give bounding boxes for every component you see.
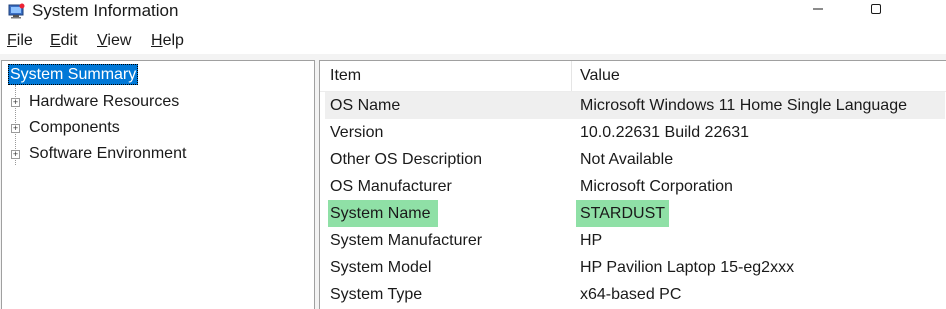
system-information-icon (8, 3, 26, 19)
row-value: HP Pavilion Laptop 15-eg2xxx (580, 259, 795, 276)
row-value: Microsoft Corporation (580, 178, 733, 195)
row-value: x64-based PC (580, 286, 682, 303)
minimize-icon (812, 2, 824, 20)
column-header-value[interactable]: Value (580, 61, 620, 91)
details-list[interactable]: Item Value OS Name Microsoft Windows 11 … (319, 60, 946, 309)
tree-item-label: Components (29, 119, 120, 136)
row-item: OS Name (330, 97, 401, 114)
table-row[interactable]: System Manufacturer HP (325, 227, 945, 254)
table-row[interactable]: System Type x64-based PC (325, 281, 945, 308)
menu-bar: File Edit View Help (0, 26, 946, 54)
maximize-button[interactable] (853, 0, 899, 22)
table-row[interactable]: Other OS Description Not Available (325, 146, 945, 173)
row-value: Not Available (580, 151, 674, 168)
row-value: 10.0.22631 Build 22631 (580, 124, 750, 141)
menu-view[interactable]: View (97, 32, 131, 50)
menu-file[interactable]: File (7, 32, 33, 50)
table-row[interactable]: OS Manufacturer Microsoft Corporation (325, 173, 945, 200)
table-row[interactable]: System Model HP Pavilion Laptop 15-eg2xx… (325, 254, 945, 281)
window-title: System Information (32, 1, 179, 20)
row-value-highlighted: STARDUST (576, 200, 670, 227)
row-item: System Model (330, 259, 432, 276)
column-divider[interactable] (571, 61, 572, 91)
row-value: HP (580, 232, 603, 249)
tree-item-label: Hardware Resources (29, 93, 180, 110)
row-item: Other OS Description (330, 151, 483, 168)
tree-item-label: Software Environment (29, 145, 187, 162)
row-item: OS Manufacturer (330, 178, 452, 195)
expand-icon[interactable]: + (11, 124, 20, 133)
menu-edit[interactable]: Edit (50, 32, 78, 50)
title-bar[interactable]: System Information (0, 0, 946, 26)
row-value: Microsoft Windows 11 Home Single Languag… (580, 97, 907, 114)
expand-icon[interactable]: + (11, 150, 20, 159)
table-row[interactable]: System Name STARDUST (325, 200, 945, 227)
tree-item-system-summary[interactable]: System Summary (8, 64, 139, 85)
maximize-icon (870, 2, 882, 20)
menu-help[interactable]: Help (151, 32, 184, 50)
minimize-button[interactable] (795, 0, 841, 22)
row-item: System Type (330, 286, 423, 303)
column-header-item[interactable]: Item (330, 61, 361, 91)
row-item: System Manufacturer (330, 232, 483, 249)
row-item: Version (330, 124, 384, 141)
expand-icon[interactable]: + (11, 98, 20, 107)
category-tree[interactable]: System Summary + Hardware Resources + Co… (1, 60, 315, 309)
row-item-highlighted: System Name (328, 200, 439, 227)
table-row[interactable]: Version 10.0.22631 Build 22631 (325, 119, 945, 146)
table-row[interactable]: OS Name Microsoft Windows 11 Home Single… (325, 92, 945, 119)
